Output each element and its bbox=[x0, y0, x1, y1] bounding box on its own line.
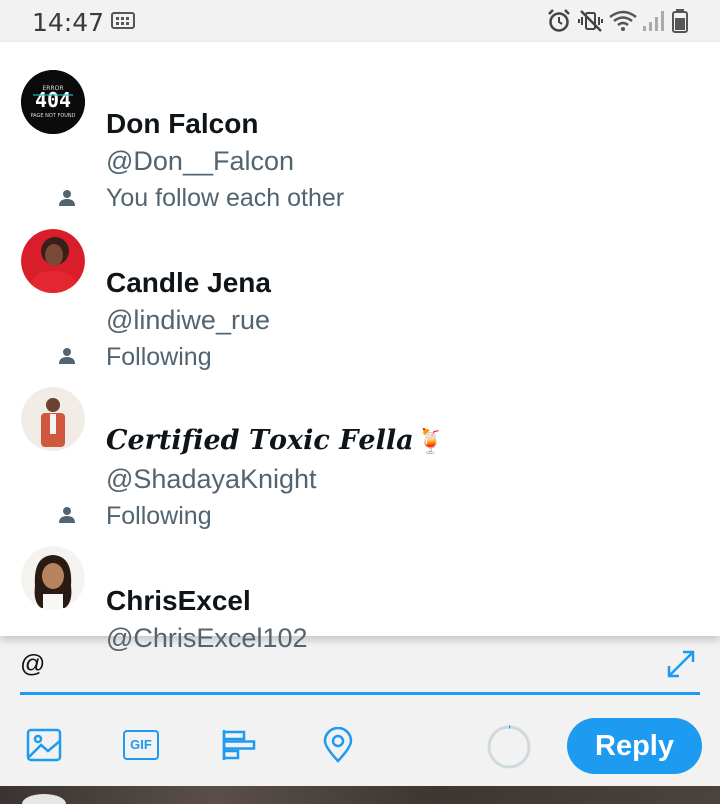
gif-label: GIF bbox=[130, 737, 152, 752]
avatar-photo bbox=[21, 229, 85, 293]
signal-icon bbox=[643, 11, 664, 31]
suggestion-handle: @lindiwe_rue bbox=[106, 305, 270, 335]
avatar bbox=[21, 387, 85, 451]
background-blob bbox=[22, 794, 66, 804]
person-icon bbox=[59, 190, 75, 206]
avatar: ERROR 404 PAGE NOT FOUND bbox=[21, 70, 85, 134]
avatar-photo bbox=[21, 546, 85, 610]
suggestion-name: 𝑪𝒆𝒓𝒕𝒊𝒇𝒊𝒆𝒅 𝑻𝒐𝒙𝒊𝒄 𝑭𝒆𝒍𝒍𝒂🍹 bbox=[106, 425, 446, 456]
person-icon bbox=[59, 348, 75, 364]
alarm-icon bbox=[548, 9, 570, 32]
wifi-icon bbox=[609, 10, 637, 31]
person-icon bbox=[59, 507, 75, 523]
svg-text:404: 404 bbox=[35, 88, 71, 112]
reply-compose-input[interactable]: @ bbox=[20, 650, 660, 684]
character-count-ring bbox=[487, 725, 531, 769]
svg-text:PAGE NOT FOUND: PAGE NOT FOUND bbox=[30, 113, 75, 119]
suggestion-handle: @Don__Falcon bbox=[106, 146, 295, 176]
location-icon[interactable] bbox=[320, 727, 356, 763]
social-context: Following bbox=[106, 343, 212, 371]
poll-icon[interactable] bbox=[221, 727, 257, 763]
avatar-photo bbox=[21, 387, 85, 451]
suggestion-name: Candle Jena bbox=[106, 267, 271, 298]
avatar bbox=[21, 229, 85, 293]
reply-button[interactable]: Reply bbox=[567, 718, 702, 774]
expand-icon[interactable] bbox=[665, 648, 697, 680]
suggestion-name: ChrisExcel bbox=[106, 585, 251, 616]
image-icon[interactable] bbox=[26, 727, 62, 763]
vibrate-mute-icon bbox=[578, 10, 603, 32]
battery-icon bbox=[672, 9, 688, 33]
compose-underline bbox=[20, 692, 700, 695]
social-context: You follow each other bbox=[106, 184, 345, 212]
background-photo-strip bbox=[0, 786, 720, 804]
gif-button[interactable]: GIF bbox=[123, 730, 159, 760]
avatar-404-image: ERROR 404 PAGE NOT FOUND bbox=[21, 70, 85, 134]
status-bar: 14:47 bbox=[0, 0, 720, 42]
cocktail-emoji: 🍹 bbox=[415, 426, 446, 455]
avatar bbox=[21, 546, 85, 610]
suggestion-handle: @ShadayaKnight bbox=[106, 464, 317, 494]
mention-suggestions: ERROR 404 PAGE NOT FOUND Don Falcon @Don… bbox=[0, 42, 720, 653]
suggestion-name: Don Falcon bbox=[106, 108, 259, 139]
social-context: Following bbox=[106, 502, 212, 530]
keyboard-icon bbox=[111, 12, 135, 29]
status-time: 14:47 bbox=[32, 8, 105, 37]
